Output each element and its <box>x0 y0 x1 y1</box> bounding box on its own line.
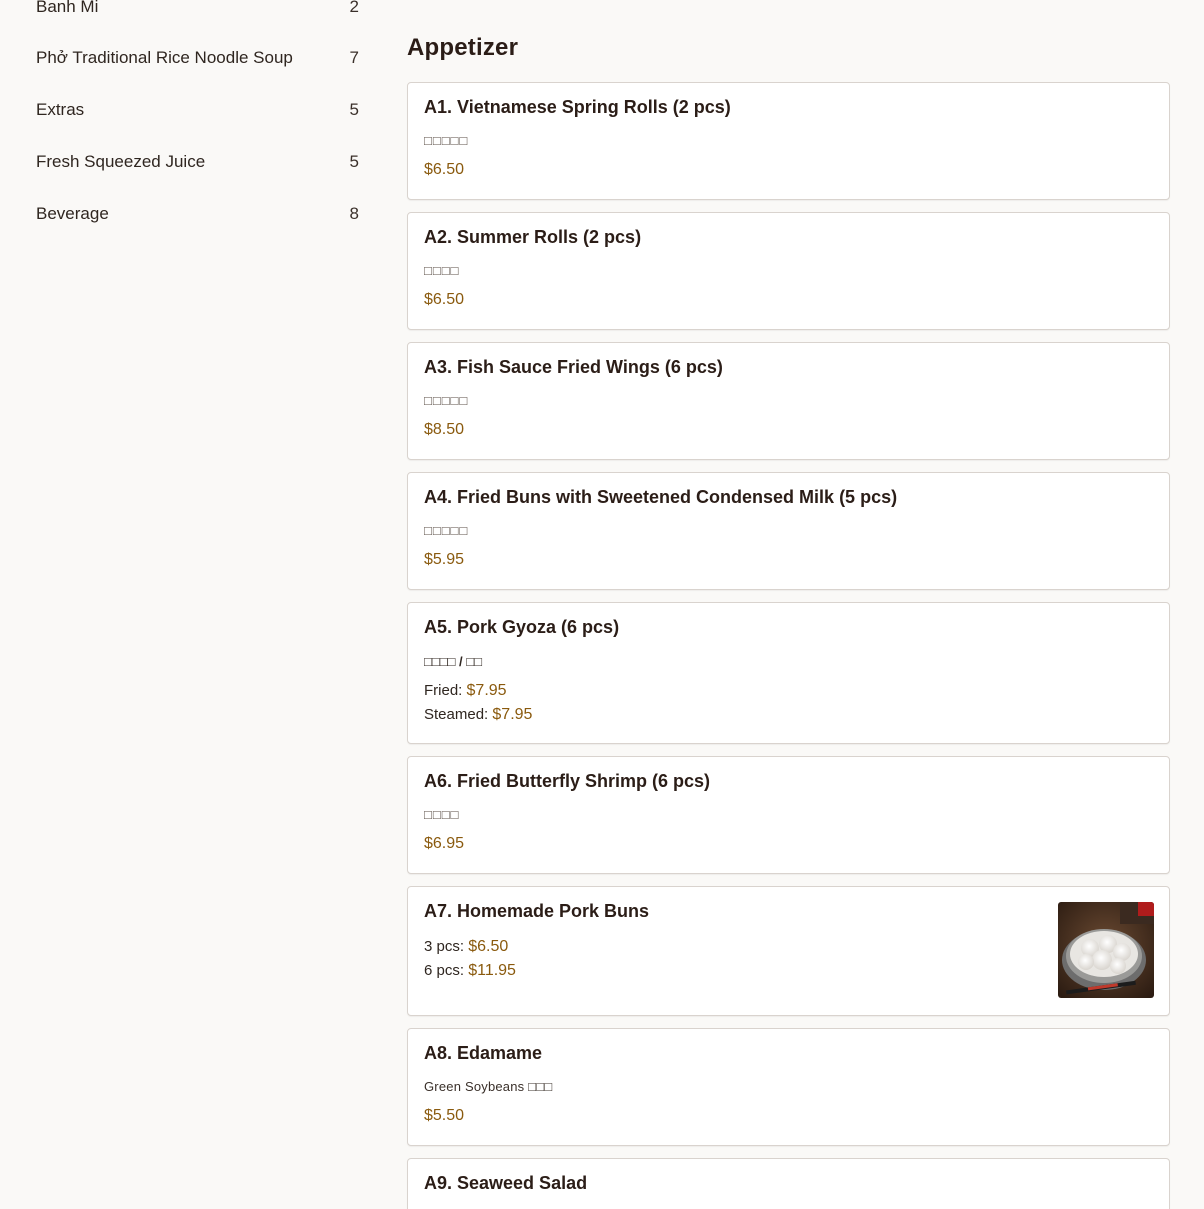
item-description: Green Soybeans □□□ <box>424 1079 553 1094</box>
menu-item-card[interactable]: A2. Summer Rolls (2 pcs) □□□□ $6.50 <box>407 212 1170 330</box>
menu-item-card[interactable]: A4. Fried Buns with Sweetened Condensed … <box>407 472 1170 590</box>
item-name: A5. Pork Gyoza (6 pcs) <box>424 617 620 637</box>
item-price: $5.50 <box>424 1107 465 1124</box>
item-description: □□□□□ <box>424 393 469 408</box>
menu-item-card[interactable]: A6. Fried Butterfly Shrimp (6 pcs) □□□□ … <box>407 756 1170 874</box>
category-count: 7 <box>349 48 359 67</box>
item-price: $6.50 <box>424 291 465 308</box>
item-price: $5.95 <box>424 551 465 568</box>
menu-item-card[interactable]: A1. Vietnamese Spring Rolls (2 pcs) □□□□… <box>407 82 1170 200</box>
item-name: A6. Fried Butterfly Shrimp (6 pcs) <box>424 771 711 791</box>
item-description: □□□□ <box>424 263 460 278</box>
menu-item-card[interactable]: A8. Edamame Green Soybeans □□□ $5.50 <box>407 1028 1170 1146</box>
menu-item-card[interactable]: A7. Homemade Pork Buns 3 pcs: $6.50 6 pc… <box>407 886 1170 1016</box>
category-label: Fresh Squeezed Juice <box>36 152 206 171</box>
option-label: Fried: <box>424 682 463 699</box>
category-label: Extras <box>36 100 85 119</box>
item-description: □□□□□ <box>424 523 469 538</box>
item-name: A4. Fried Buns with Sweetened Condensed … <box>424 487 898 507</box>
item-name: A7. Homemade Pork Buns <box>424 901 650 921</box>
category-item-extras[interactable]: Extras 5 <box>36 96 359 124</box>
price-option-row: Steamed: $7.95 <box>424 706 532 724</box>
item-price: $6.95 <box>424 835 465 852</box>
category-item-juice[interactable]: Fresh Squeezed Juice 5 <box>36 148 359 176</box>
option-label: Steamed: <box>424 706 489 723</box>
category-count: 5 <box>349 152 359 171</box>
category-item-pho[interactable]: Phở Traditional Rice Noodle Soup 7 <box>36 44 359 72</box>
item-description: □□□□ / □□ <box>424 654 482 669</box>
item-name: A1. Vietnamese Spring Rolls (2 pcs) <box>424 97 731 117</box>
category-label: Banh Mi <box>36 0 99 16</box>
item-name: A2. Summer Rolls (2 pcs) <box>424 227 642 247</box>
pork-buns-photo[interactable] <box>1058 902 1154 998</box>
option-price: $11.95 <box>468 962 516 979</box>
option-label: 3 pcs: <box>424 938 465 955</box>
category-count: 8 <box>349 204 359 223</box>
category-item-banh-mi[interactable]: Banh Mi 2 <box>36 0 359 21</box>
item-price: $8.50 <box>424 421 465 438</box>
option-price: $6.50 <box>468 938 509 955</box>
category-count: 2 <box>349 0 359 16</box>
category-label: Beverage <box>36 204 109 223</box>
pork-buns-image <box>1058 902 1154 998</box>
item-name: A9. Seaweed Salad <box>424 1173 588 1193</box>
item-name: A3. Fish Sauce Fried Wings (6 pcs) <box>424 357 723 377</box>
section-title: Appetizer <box>407 34 519 61</box>
menu-page: Banh Mi 2 Phở Traditional Rice Noodle So… <box>0 0 1204 1209</box>
item-description: □□□□ <box>424 807 460 822</box>
item-name: A8. Edamame <box>424 1043 543 1063</box>
category-item-beverage[interactable]: Beverage 8 <box>36 200 359 228</box>
item-description: □□□□□ <box>424 133 469 148</box>
price-option-row: Fried: $7.95 <box>424 682 507 700</box>
price-option-row: 3 pcs: $6.50 <box>424 938 508 956</box>
menu-item-card[interactable]: A5. Pork Gyoza (6 pcs) □□□□ / □□ Fried: … <box>407 602 1170 744</box>
option-price: $7.95 <box>492 706 533 723</box>
option-price: $7.95 <box>466 682 507 699</box>
option-label: 6 pcs: <box>424 962 465 979</box>
category-label: Phở Traditional Rice Noodle Soup <box>36 48 293 67</box>
menu-item-card[interactable]: A9. Seaweed Salad <box>407 1158 1170 1209</box>
category-count: 5 <box>349 100 359 119</box>
menu-item-card[interactable]: A3. Fish Sauce Fried Wings (6 pcs) □□□□□… <box>407 342 1170 460</box>
item-price: $6.50 <box>424 161 465 178</box>
price-option-row: 6 pcs: $11.95 <box>424 962 516 980</box>
